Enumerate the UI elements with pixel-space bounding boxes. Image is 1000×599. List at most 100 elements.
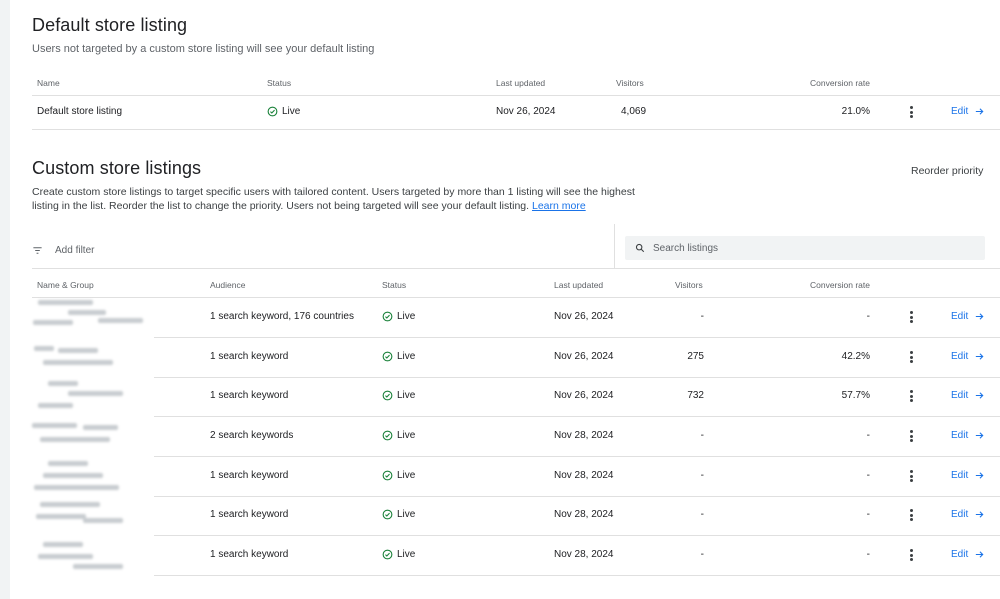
status-text: Live bbox=[397, 509, 416, 520]
column-header-last-updated: Last updated bbox=[554, 280, 604, 290]
audience-value: 1 search keyword, 176 countries bbox=[210, 311, 354, 322]
column-header-status: Status bbox=[382, 280, 407, 290]
last-updated-value: Nov 26, 2024 bbox=[554, 390, 614, 401]
redacted-listing-name bbox=[28, 338, 154, 376]
edit-button[interactable]: Edit bbox=[951, 509, 985, 520]
last-updated-value: Nov 26, 2024 bbox=[554, 351, 614, 362]
edit-label: Edit bbox=[951, 430, 969, 441]
check-circle-icon bbox=[382, 390, 393, 401]
add-filter-label: Add filter bbox=[55, 245, 95, 256]
audience-value: 1 search keyword bbox=[210, 390, 289, 401]
edit-button[interactable]: Edit bbox=[951, 311, 985, 322]
conversion-rate-value: 21.0% bbox=[841, 106, 870, 117]
edit-label: Edit bbox=[951, 470, 969, 481]
column-header-last-updated: Last updated bbox=[496, 78, 546, 88]
arrow-right-icon bbox=[976, 472, 984, 479]
redacted-listing-name bbox=[28, 298, 154, 336]
edit-button[interactable]: Edit bbox=[951, 549, 985, 560]
conversion-rate-value: 57.7% bbox=[841, 390, 870, 401]
arrow-right-icon bbox=[976, 432, 984, 439]
status-badge: Live bbox=[382, 470, 415, 481]
edit-button[interactable]: Edit bbox=[951, 351, 985, 362]
learn-more-link[interactable]: Learn more bbox=[532, 200, 586, 212]
search-input[interactable] bbox=[653, 242, 953, 254]
conversion-rate-value: - bbox=[866, 549, 870, 560]
conversion-rate-value: - bbox=[866, 430, 870, 441]
more-vert-icon[interactable] bbox=[906, 469, 916, 483]
visitors-value: 4,069 bbox=[621, 106, 647, 117]
custom-section-description: Create custom store listings to target s… bbox=[32, 185, 662, 213]
check-circle-icon bbox=[382, 311, 393, 322]
check-circle-icon bbox=[382, 351, 393, 362]
left-gutter bbox=[0, 0, 10, 599]
more-vert-icon[interactable] bbox=[906, 508, 916, 522]
status-badge: Live bbox=[382, 549, 415, 560]
column-header-conversion-rate: Conversion rate bbox=[809, 280, 870, 290]
custom-section-title: Custom store listings bbox=[32, 158, 202, 178]
column-header-name-group: Name & Group bbox=[37, 280, 94, 290]
last-updated-value: Nov 26, 2024 bbox=[496, 106, 556, 117]
add-filter-button[interactable]: Add filter bbox=[32, 245, 94, 256]
conversion-rate-value: 42.2% bbox=[841, 351, 870, 362]
row-divider bbox=[154, 377, 1000, 378]
visitors-value: - bbox=[700, 549, 704, 560]
edit-button[interactable]: Edit bbox=[951, 106, 985, 117]
last-updated-value: Nov 28, 2024 bbox=[554, 549, 614, 560]
visitors-value: - bbox=[700, 509, 704, 520]
more-vert-icon[interactable] bbox=[906, 429, 916, 443]
row-divider bbox=[154, 337, 1000, 338]
status-text: Live bbox=[397, 470, 416, 481]
status-badge: Live bbox=[382, 311, 415, 322]
last-updated-value: Nov 28, 2024 bbox=[554, 509, 614, 520]
edit-button[interactable]: Edit bbox=[951, 470, 985, 481]
check-circle-icon bbox=[382, 549, 393, 560]
search-icon bbox=[635, 243, 645, 253]
visitors-value: 732 bbox=[687, 390, 704, 401]
last-updated-value: Nov 28, 2024 bbox=[554, 430, 614, 441]
edit-button[interactable]: Edit bbox=[951, 430, 985, 441]
status-text: Live bbox=[397, 549, 416, 560]
row-divider bbox=[154, 535, 1000, 536]
row-divider bbox=[154, 575, 1000, 576]
last-updated-value: Nov 28, 2024 bbox=[554, 470, 614, 481]
status-text: Live bbox=[397, 390, 416, 401]
status-badge: Live bbox=[382, 390, 415, 401]
status-text: Live bbox=[397, 430, 416, 441]
conversion-rate-value: - bbox=[866, 509, 870, 520]
header-divider bbox=[32, 297, 1000, 298]
edit-button[interactable]: Edit bbox=[951, 390, 985, 401]
more-vert-icon[interactable] bbox=[906, 105, 916, 119]
audience-value: 2 search keywords bbox=[210, 430, 294, 441]
arrow-right-icon bbox=[976, 353, 984, 360]
row-divider bbox=[154, 456, 1000, 457]
check-circle-icon bbox=[267, 106, 278, 117]
status-badge: Live bbox=[382, 430, 415, 441]
status-badge: Live bbox=[382, 351, 415, 362]
column-header-visitors: Visitors bbox=[616, 78, 644, 88]
edit-label: Edit bbox=[951, 351, 969, 362]
edit-label: Edit bbox=[951, 509, 969, 520]
redacted-listing-name bbox=[28, 457, 154, 495]
column-header-conversion-rate: Conversion rate bbox=[809, 78, 870, 88]
more-vert-icon[interactable] bbox=[906, 310, 916, 324]
conversion-rate-value: - bbox=[866, 311, 870, 322]
check-circle-icon bbox=[382, 509, 393, 520]
redacted-listing-name bbox=[28, 377, 154, 415]
row-divider bbox=[154, 416, 1000, 417]
arrow-right-icon bbox=[976, 551, 984, 558]
more-vert-icon[interactable] bbox=[906, 389, 916, 403]
check-circle-icon bbox=[382, 470, 393, 481]
status-text: Live bbox=[282, 106, 301, 117]
check-circle-icon bbox=[382, 430, 393, 441]
status-text: Live bbox=[397, 311, 416, 322]
visitors-value: 275 bbox=[687, 351, 704, 362]
edit-label: Edit bbox=[951, 549, 969, 560]
more-vert-icon[interactable] bbox=[906, 350, 916, 364]
toolbar-divider bbox=[614, 224, 615, 268]
filter-list-icon bbox=[33, 247, 42, 254]
reorder-priority-button[interactable]: Reorder priority bbox=[911, 165, 983, 177]
arrow-right-icon bbox=[976, 511, 984, 518]
more-vert-icon[interactable] bbox=[906, 548, 916, 562]
search-field[interactable] bbox=[625, 236, 985, 260]
edit-label: Edit bbox=[951, 390, 969, 401]
